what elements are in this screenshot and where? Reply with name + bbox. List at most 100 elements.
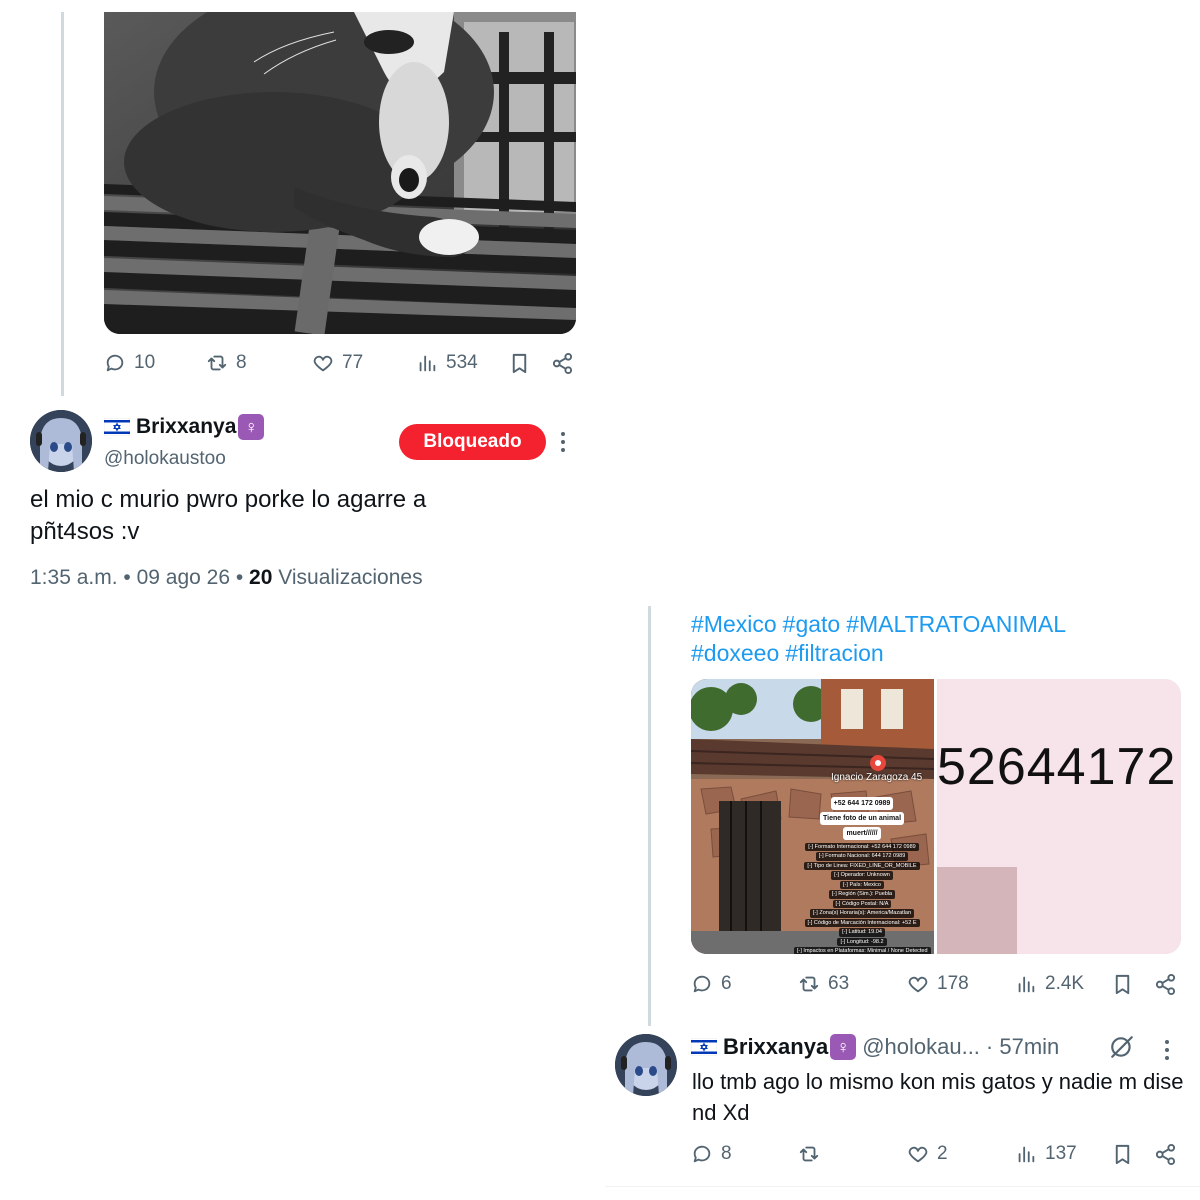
post-timestamp[interactable]: 1:35 a.m. • 09 ago 26 •	[30, 566, 243, 589]
dox-info-line: [-] Código Postal: N/A	[832, 899, 892, 908]
quoted-reply-name-row: Brixxanya ♀	[104, 414, 265, 440]
share-button[interactable]	[1154, 1143, 1177, 1166]
bottom-divider	[605, 1186, 1200, 1187]
views-label: Visualizaciones	[278, 566, 423, 589]
dox-info-line: Tiene foto de un animal	[819, 812, 905, 825]
dox-info-line: [-] Operador: Unknown	[831, 871, 893, 880]
views-icon	[1018, 976, 1035, 993]
views-count: 137	[1045, 1143, 1077, 1164]
repost-count: 63	[828, 973, 850, 994]
reply-action[interactable]: 8	[691, 1143, 732, 1165]
dox-info-line: [-] Tipo de Linea: FIXED_LINE_OR_MOBILE	[804, 861, 920, 870]
grok-icon-button[interactable]	[1109, 1034, 1135, 1065]
dox-info-line: [-] Zona(s) Horaria(s): America/Mazatlan	[809, 909, 915, 918]
reply-count: 10	[134, 352, 156, 373]
heart-icon	[908, 1146, 928, 1163]
avatar[interactable]	[30, 410, 92, 472]
repost-icon	[799, 976, 819, 992]
media-phone-image[interactable]: 52644172	[937, 679, 1181, 954]
reply-icon	[106, 354, 124, 372]
thread-line	[61, 12, 64, 396]
dox-info-line: [-] Formato Nacional: 644 172 0989	[815, 852, 909, 861]
post-meta: 1:35 a.m. • 09 ago 26 • 20 Visualizacion…	[30, 566, 423, 590]
like-count: 178	[937, 973, 969, 994]
display-name[interactable]: Brixxanya	[136, 415, 236, 439]
repost-action[interactable]: 8	[206, 352, 247, 374]
repost-icon	[207, 355, 227, 371]
dox-info-line: [-] Código de Marcación Internacional: +…	[804, 918, 920, 927]
gender-symbol-badge: ♀	[830, 1034, 857, 1060]
phone-image-bottom-band-light	[1017, 867, 1181, 954]
cat-photo-illustration	[104, 12, 576, 334]
dox-info-line: muert//////	[843, 827, 881, 840]
user-handle[interactable]: @holokau...	[862, 1034, 980, 1060]
dox-info-line: [-] Impactos en Plataformas: Minimal / N…	[794, 947, 931, 954]
views-action[interactable]: 137	[1015, 1143, 1077, 1165]
bookmark-button[interactable]	[508, 352, 531, 375]
right-reply-text: llo tmb ago lo mismo kon mis gatos y nad…	[692, 1069, 1184, 1125]
views-action[interactable]: 2.4K	[1015, 973, 1084, 995]
share-icon	[1155, 973, 1176, 996]
reply-count: 6	[721, 973, 732, 994]
dox-info-line: +52 644 172 0989	[830, 797, 894, 810]
views-count: 2.4K	[1045, 973, 1085, 994]
anime-avatar-image	[615, 1034, 677, 1096]
grok-slash-icon	[1111, 1036, 1133, 1058]
bookmark-icon	[1115, 1144, 1130, 1165]
share-icon	[1155, 1143, 1176, 1166]
like-action[interactable]: 77	[312, 352, 363, 374]
share-button[interactable]	[551, 352, 574, 375]
avatar[interactable]	[615, 1034, 677, 1096]
more-options-button[interactable]	[561, 432, 565, 452]
right-reply-header: Brixxanya ♀ @holokau... · 57min	[691, 1034, 1059, 1060]
reply-count: 8	[721, 1143, 732, 1164]
reply-text-line-1: el mio c murio pwro porke lo agarre a	[30, 486, 427, 513]
hashtags: #Mexico #gato #MALTRATOANIMAL #doxeeo #filt…	[691, 610, 1171, 668]
anime-avatar-image	[30, 410, 92, 472]
dox-info-line: [-] Formato Internacional: +52 644 172 0…	[805, 842, 919, 851]
hashtag-link[interactable]: #gato	[783, 611, 841, 637]
views-action[interactable]: 534	[416, 352, 478, 374]
share-button[interactable]	[1154, 973, 1177, 996]
dox-info-line: [-] Latitud: 19.04	[839, 928, 885, 937]
bookmark-button[interactable]	[1111, 973, 1134, 996]
views-count-bold: 20	[249, 566, 273, 589]
dox-info-line: [-] Longitud: -98.2	[837, 937, 887, 946]
cat-photo[interactable]	[104, 12, 576, 334]
dox-info-card: +52 644 172 0989 Tiene foto de un animal m…	[794, 797, 931, 954]
media-street-image[interactable]: Ignacio Zaragoza 45 +52 644 172 0989 Tien…	[691, 679, 934, 954]
hashtag-link[interactable]: #MALTRATOANIMAL	[846, 611, 1066, 637]
repost-action[interactable]: 63	[798, 973, 849, 995]
reply-icon	[693, 975, 711, 993]
hashtag-link[interactable]: #filtracion	[785, 640, 883, 666]
views-count: 534	[446, 352, 478, 373]
heart-icon	[313, 355, 333, 372]
display-name[interactable]: Brixxanya	[723, 1034, 828, 1060]
dox-info-line: [-] Región (Sim.): Puebla	[828, 890, 896, 899]
phone-digits-text: 52644172	[937, 738, 1177, 796]
israel-flag-icon	[691, 1038, 717, 1056]
reply-action[interactable]: 10	[104, 352, 155, 374]
post-time[interactable]: · 57min	[986, 1034, 1059, 1060]
heart-icon	[908, 976, 928, 993]
like-count: 77	[342, 352, 364, 373]
hashtag-link[interactable]: #Mexico	[691, 611, 777, 637]
more-options-button[interactable]	[1165, 1040, 1169, 1060]
blocked-button[interactable]: Bloqueado	[399, 424, 546, 460]
like-count: 2	[937, 1143, 948, 1164]
share-icon	[552, 352, 573, 375]
repost-count: 8	[236, 352, 247, 373]
hashtag-link[interactable]: #doxeeo	[691, 640, 779, 666]
repost-action[interactable]	[798, 1143, 828, 1165]
like-action[interactable]: 2	[907, 1143, 948, 1165]
reply-action[interactable]: 6	[691, 973, 732, 995]
user-handle[interactable]: @holokaustoo	[104, 448, 226, 470]
bookmark-button[interactable]	[1111, 1143, 1134, 1166]
views-icon	[419, 355, 436, 372]
gender-symbol-badge: ♀	[238, 414, 265, 440]
views-icon	[1018, 1146, 1035, 1163]
like-action[interactable]: 178	[907, 973, 969, 995]
thread-line-right	[648, 606, 651, 1026]
reply-text-line-2: pñt4sos :v	[30, 518, 140, 545]
bookmark-icon	[512, 353, 527, 374]
